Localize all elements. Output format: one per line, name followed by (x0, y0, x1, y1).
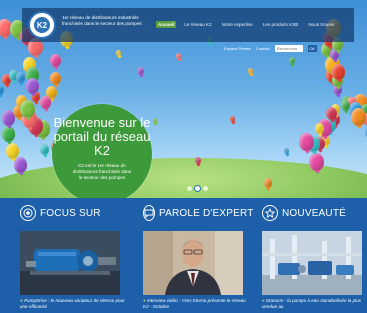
nav-item-expertise[interactable]: Notre expertise (220, 21, 255, 28)
new-title: NOUVEAUTÉ (282, 207, 347, 219)
caption-arrow-icon: ● (262, 298, 265, 303)
nav-item-accueil[interactable]: Accueil (156, 21, 177, 28)
balloon-decoration (264, 178, 272, 188)
features-section: FOCUS SUR ● PumpDrive : le nouveau varia… (0, 198, 367, 313)
balloon-decoration (230, 116, 235, 122)
target-icon (20, 205, 36, 221)
balloon-decoration (26, 78, 39, 94)
welcome-circle: Bienvenue sur le portail du réseau K2 K2… (52, 104, 152, 198)
speech-bubble-icon (143, 205, 155, 221)
balloon-decoration (40, 144, 49, 155)
expert-caption[interactable]: ● Interview vidéo : Yves Eterno présente… (143, 298, 249, 310)
balloon-decoration (137, 67, 144, 75)
expert-header[interactable]: PAROLE D'EXPERT (143, 204, 253, 222)
expert-title: PAROLE D'EXPERT (159, 207, 254, 219)
expert-column: PAROLE D'EXPERT ● Interview vidéo : Yves… (143, 204, 253, 310)
caption-arrow-icon: ● (20, 298, 23, 303)
welcome-title: Bienvenue sur le portail du réseau K2 (53, 115, 151, 158)
balloon-decoration (14, 157, 27, 173)
balloon-decoration (315, 123, 324, 134)
focus-title: FOCUS SUR (40, 207, 101, 219)
balloon-decoration (0, 84, 4, 95)
balloon-decoration (20, 100, 35, 118)
balloon-decoration (16, 72, 25, 83)
hero-banner: K2 1er réseau de distributeurs industrie… (0, 0, 367, 198)
balloon-decoration (50, 72, 61, 85)
nav-item-reseau[interactable]: Le réseau K2 (182, 21, 213, 28)
balloon-decoration (351, 108, 366, 126)
balloon-decoration (2, 110, 15, 126)
top-navigation-bar: K2 1er réseau de distributeurs industrie… (22, 8, 354, 42)
balloon-decoration (332, 64, 345, 80)
welcome-text: K2 est le 1er réseau de distributeurs fr… (72, 163, 132, 180)
balloon-decoration (309, 153, 324, 171)
press-link[interactable]: Espace Presse (224, 46, 251, 51)
balloon-decoration (195, 157, 201, 164)
balloon-decoration (299, 133, 314, 151)
search-button[interactable]: OK (307, 45, 317, 52)
carousel-dot-2[interactable] (195, 186, 200, 191)
new-caption[interactable]: ● Etanorm : la pompe à eau standardisée … (262, 298, 367, 310)
expert-image[interactable] (143, 231, 243, 295)
focus-caption-text: PumpDrive : le nouveau variateur de vite… (20, 298, 125, 309)
caption-arrow-icon: ● (143, 298, 146, 303)
balloon-decoration (284, 148, 289, 154)
balloon-decoration (40, 96, 51, 109)
expert-caption-text: Interview vidéo : Yves Eterno présente l… (143, 298, 246, 309)
focus-column: FOCUS SUR ● PumpDrive : le nouveau varia… (20, 204, 126, 310)
site-tagline: 1er réseau de distributeurs industriels … (62, 15, 142, 26)
carousel-dots (187, 186, 208, 191)
focus-caption[interactable]: ● PumpDrive : le nouveau variateur de vi… (20, 298, 126, 310)
balloon-decoration (6, 143, 19, 159)
nav-item-produits[interactable]: Les produits KSB (261, 21, 301, 28)
balloon-decoration (153, 118, 157, 123)
contact-link[interactable]: Contact (256, 46, 270, 51)
new-image[interactable] (262, 231, 362, 295)
focus-header[interactable]: FOCUS SUR (20, 204, 126, 222)
k2-logo[interactable]: K2 (28, 11, 56, 39)
nav-item-trouver[interactable]: Nous trouver (306, 21, 336, 28)
balloon-decoration (116, 50, 121, 56)
main-nav: Accueil Le réseau K2 Notre expertise Les… (156, 21, 337, 28)
new-caption-text: Etanorm : la pompe à eau standardisée la… (262, 298, 362, 309)
carousel-dot-1[interactable] (187, 186, 192, 191)
balloon-decoration (248, 68, 253, 74)
balloon-decoration (176, 53, 181, 59)
star-icon (262, 205, 278, 221)
utility-links: Espace Presse Contact Rechercher OK (224, 45, 317, 52)
focus-image[interactable] (20, 231, 120, 295)
new-header[interactable]: NOUVEAUTÉ (262, 204, 367, 222)
balloon-decoration (50, 54, 61, 67)
balloon-decoration (326, 107, 337, 120)
search-input[interactable]: Rechercher (274, 45, 303, 52)
balloon-decoration (341, 100, 350, 111)
balloon-decoration (289, 57, 295, 64)
new-column: NOUVEAUTÉ ● Etanorm : la pompe à eau sta… (262, 204, 367, 310)
carousel-dot-3[interactable] (203, 186, 208, 191)
logo-text: K2 (34, 17, 50, 33)
